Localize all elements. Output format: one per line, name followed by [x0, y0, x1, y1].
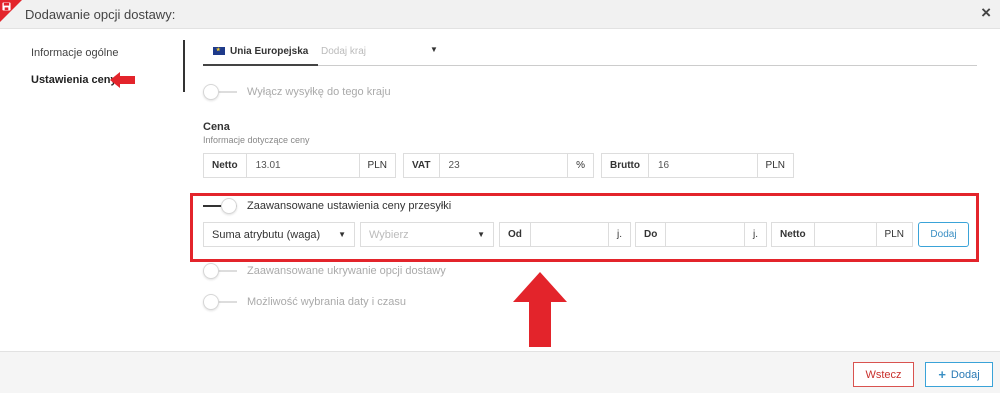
vat-unit: %: [567, 154, 593, 177]
sidebar-item-general-info[interactable]: Informacje ogólne: [31, 47, 118, 59]
price-section-subtitle: Informacje dotyczące ceny: [203, 135, 310, 145]
modal-title: Dodawanie opcji dostawy:: [25, 7, 176, 22]
sidebar-divider: [183, 40, 185, 92]
brutto-unit: PLN: [756, 154, 793, 177]
netto-field[interactable]: 13.01: [247, 154, 359, 177]
brutto-label: Brutto: [602, 154, 649, 177]
save-icon: [2, 2, 11, 11]
date-time-toggle[interactable]: [203, 294, 237, 310]
tab-european-union[interactable]: Unia Europejska: [203, 40, 319, 66]
close-icon[interactable]: ×: [981, 4, 991, 22]
netto-input-group: Netto 13.01 PLN: [203, 153, 396, 178]
toggle-knob: [203, 84, 219, 100]
advanced-hiding-toggle[interactable]: [203, 263, 237, 279]
add-country-dropdown[interactable]: Dodaj kraj: [321, 46, 366, 57]
annotation-highlight-box: [190, 193, 979, 262]
sidebar-item-price-settings[interactable]: Ustawienia ceny: [31, 74, 117, 86]
price-section-title: Cena: [203, 121, 230, 133]
vat-label: VAT: [404, 154, 440, 177]
disable-shipping-toggle[interactable]: [203, 84, 237, 100]
brutto-field[interactable]: 16: [649, 154, 757, 177]
tab-eu-label: Unia Europejska: [230, 46, 309, 57]
modal-footer: [0, 351, 1000, 393]
netto-label: Netto: [204, 154, 247, 177]
back-button[interactable]: Wstecz: [853, 362, 914, 387]
save-badge: [0, 0, 22, 22]
vat-field[interactable]: 23: [440, 154, 568, 177]
date-time-label: Możliwość wybrania daty i czasu: [247, 296, 406, 308]
disable-shipping-label: Wyłącz wysyłkę do tego kraju: [247, 86, 391, 98]
chevron-down-icon[interactable]: ▼: [430, 45, 438, 54]
annotation-arrow-up-icon: [513, 272, 567, 347]
add-button[interactable]: + Dodaj: [925, 362, 993, 387]
plus-icon: +: [938, 367, 946, 382]
add-button-label: Dodaj: [950, 368, 980, 381]
country-tabs: Unia Europejska Dodaj kraj ▼: [203, 40, 977, 66]
vat-input-group: VAT 23 %: [403, 153, 594, 178]
annotation-arrow-left-icon: [110, 72, 135, 88]
toggle-knob: [203, 294, 219, 310]
brutto-input-group: Brutto 16 PLN: [601, 153, 794, 178]
netto-unit: PLN: [358, 154, 395, 177]
modal-header: Dodawanie opcji dostawy: ×: [0, 0, 1000, 29]
advanced-hiding-label: Zaawansowane ukrywanie opcji dostawy: [247, 265, 446, 277]
toggle-knob: [203, 263, 219, 279]
sidebar: Informacje ogólne Ustawienia ceny: [0, 29, 186, 351]
eu-flag-icon: [213, 47, 225, 55]
